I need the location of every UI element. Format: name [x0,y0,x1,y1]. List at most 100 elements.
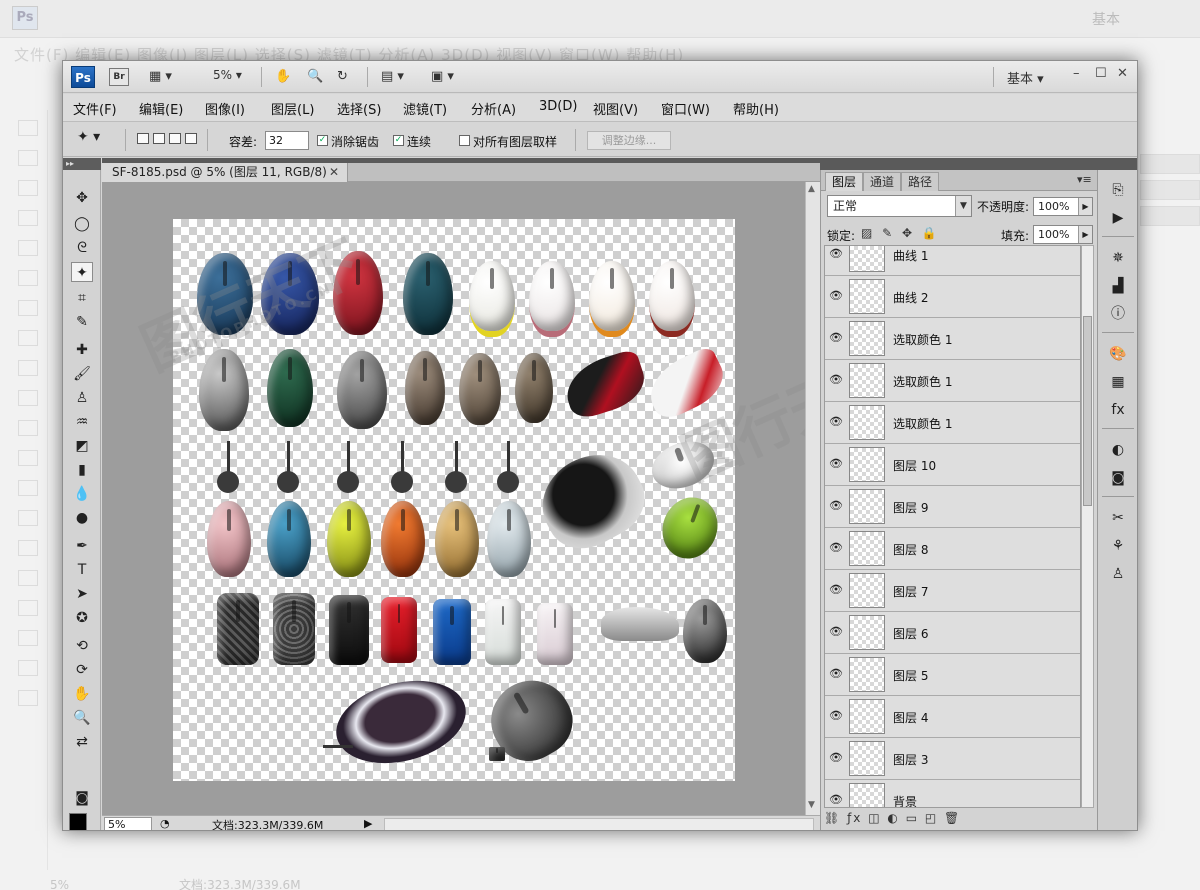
zoom-field[interactable]: 5% [104,817,152,830]
panel-menu-icon[interactable]: ▾≡ [1077,173,1092,186]
color-panel-icon[interactable]: 🎨 [1107,344,1129,364]
eye-icon[interactable]: 👁 [829,667,843,680]
layers-scrollbar[interactable] [1081,245,1094,808]
magic-wand-preset-icon[interactable]: ✦ ▾ [77,129,119,151]
gradient-tool-icon[interactable]: ▮ [71,460,93,480]
maximize-icon[interactable]: ☐ [1095,66,1107,81]
layer-row[interactable]: 👁 图层 6 [825,612,1080,654]
layer-row[interactable]: 👁 选取颜色 1 [825,360,1080,402]
3d-orbit-icon[interactable]: ⟳ [71,660,93,680]
refine-edge-button[interactable]: 调整边缘... [587,131,671,150]
canvas-horizontal-scrollbar[interactable] [384,818,814,830]
antialias-checkbox[interactable]: ✓ [317,135,328,146]
panel-header-bar[interactable] [820,158,1137,170]
3d-rotate-icon[interactable]: ⟲ [71,636,93,656]
brushes-panel-icon[interactable]: ⚘ [1107,536,1129,556]
layer-row[interactable]: 👁 图层 3 [825,738,1080,780]
close-icon[interactable]: ✕ [1117,66,1128,81]
eye-icon[interactable]: 👁 [829,709,843,722]
menu-window[interactable]: 窗口(W) [661,99,710,118]
menu-analysis[interactable]: 分析(A) [471,99,516,118]
menu-view[interactable]: 视图(V) [593,99,638,118]
tolerance-input[interactable]: 32 [265,131,309,150]
navigator-panel-icon[interactable]: ✵ [1107,248,1129,268]
close-tab-icon[interactable]: ✕ [329,163,339,181]
dodge-tool-icon[interactable]: ● [71,508,93,528]
layer-row[interactable]: 👁 图层 5 [825,654,1080,696]
history-panel-icon[interactable]: ⎘ [1107,180,1129,200]
layer-row[interactable]: 👁 图层 4 [825,696,1080,738]
sample-all-layers-checkbox[interactable] [459,135,470,146]
eye-icon[interactable]: 👁 [829,541,843,554]
lock-icons[interactable]: ▨ ✎ ✥ 🔒 [861,226,940,240]
tab-layers[interactable]: 图层 [825,172,864,191]
menu-help[interactable]: 帮助(H) [733,99,779,118]
blend-mode-select[interactable]: 正常 ▼ [827,195,972,217]
menu-edit[interactable]: 编辑(E) [139,99,183,118]
quick-mask-icon[interactable]: ◙ [71,788,93,808]
bridge-button[interactable]: Br [109,68,129,86]
pen-tool-icon[interactable]: ✒ [71,536,93,556]
eye-icon[interactable]: 👁 [829,457,843,470]
opacity-field[interactable]: 100% ▶ [1033,197,1093,216]
scroll-up-icon[interactable]: ▲ [808,184,815,194]
tab-channels[interactable]: 通道 [863,172,902,191]
zoom-tool-icon[interactable]: 🔍 [307,68,323,86]
new-selection-icon[interactable] [137,133,149,144]
layer-mask-icon[interactable]: ◫ [868,811,881,825]
eye-icon[interactable]: 👁 [829,583,843,596]
layer-row[interactable]: 👁 图层 7 [825,570,1080,612]
canvas-vertical-scrollbar[interactable]: ▲ ▼ [805,182,820,815]
scrollbar-thumb[interactable] [1083,316,1092,506]
link-layers-icon[interactable]: ⛓ [824,811,841,825]
add-to-selection-icon[interactable] [153,133,165,144]
layer-style-icon[interactable]: ƒx [847,811,862,825]
foreground-color-swatch[interactable] [69,813,87,830]
fill-field[interactable]: 100% ▶ [1033,225,1093,244]
layer-row[interactable]: 👁 图层 10 [825,444,1080,486]
chevron-right-icon[interactable]: ▶ [1078,198,1092,215]
actions-panel-icon[interactable]: ▶ [1107,208,1129,228]
new-layer-icon[interactable]: ◰ [925,811,938,825]
view-extras-icon[interactable]: ▦ ▾ [149,68,172,86]
layer-row[interactable]: 👁 图层 8 [825,528,1080,570]
menu-file[interactable]: 文件(F) [73,99,117,118]
clone-source-icon[interactable]: ♙ [1107,564,1129,584]
styles-panel-icon[interactable]: fx [1107,400,1129,420]
swap-colors-icon[interactable]: ⇄ [71,732,93,752]
menu-image[interactable]: 图像(I) [205,99,245,118]
chevron-right-icon[interactable]: ▶ [1078,226,1092,243]
document-tab[interactable]: SF-8185.psd @ 5% (图层 11, RGB/8) ✕ [102,163,348,182]
menu-layer[interactable]: 图层(L) [271,99,314,118]
brush-tool-icon[interactable]: 🖌 [71,364,93,384]
hand-tool-icon[interactable]: ✋ [275,68,291,86]
swatches-panel-icon[interactable]: ▦ [1107,372,1129,392]
layer-row[interactable]: 👁 曲线 2 [825,276,1080,318]
workspace-switcher[interactable]: 基本 ▾ [1007,68,1044,87]
delete-layer-icon[interactable]: 🗑 [944,811,961,825]
contiguous-checkbox[interactable]: ✓ [393,135,404,146]
crop-tool-icon[interactable]: ⌗ [71,288,93,308]
menu-3d[interactable]: 3D(D) [539,99,577,114]
arrange-documents-icon[interactable]: ▤ ▾ [381,68,404,86]
minimize-icon[interactable]: – [1073,66,1080,81]
masks-panel-icon[interactable]: ◙ [1107,468,1129,488]
menu-filter[interactable]: 滤镜(T) [403,99,447,118]
menu-select[interactable]: 选择(S) [337,99,381,118]
document-canvas[interactable]: 图行天下 PHOTOPHOTO.CN 图行天下 [131,219,805,781]
adjustments-panel-icon[interactable]: ◐ [1107,440,1129,460]
layer-row[interactable]: 👁 选取颜色 1 [825,318,1080,360]
intersect-selection-icon[interactable] [185,133,197,144]
rotate-view-icon[interactable]: ↻ [337,68,348,86]
subtract-from-selection-icon[interactable] [169,133,181,144]
path-selection-icon[interactable]: ➤ [71,584,93,604]
eraser-tool-icon[interactable]: ◩ [71,436,93,456]
layer-row[interactable]: 👁 背景 [825,780,1080,807]
eye-icon[interactable]: 👁 [829,247,843,260]
eye-icon[interactable]: 👁 [829,331,843,344]
status-menu-icon[interactable]: ▶ [364,817,372,830]
eyedropper-tool-icon[interactable]: ✎ [71,312,93,332]
layer-row[interactable]: 👁 图层 9 [825,486,1080,528]
eye-icon[interactable]: 👁 [829,415,843,428]
eye-icon[interactable]: 👁 [829,289,843,302]
